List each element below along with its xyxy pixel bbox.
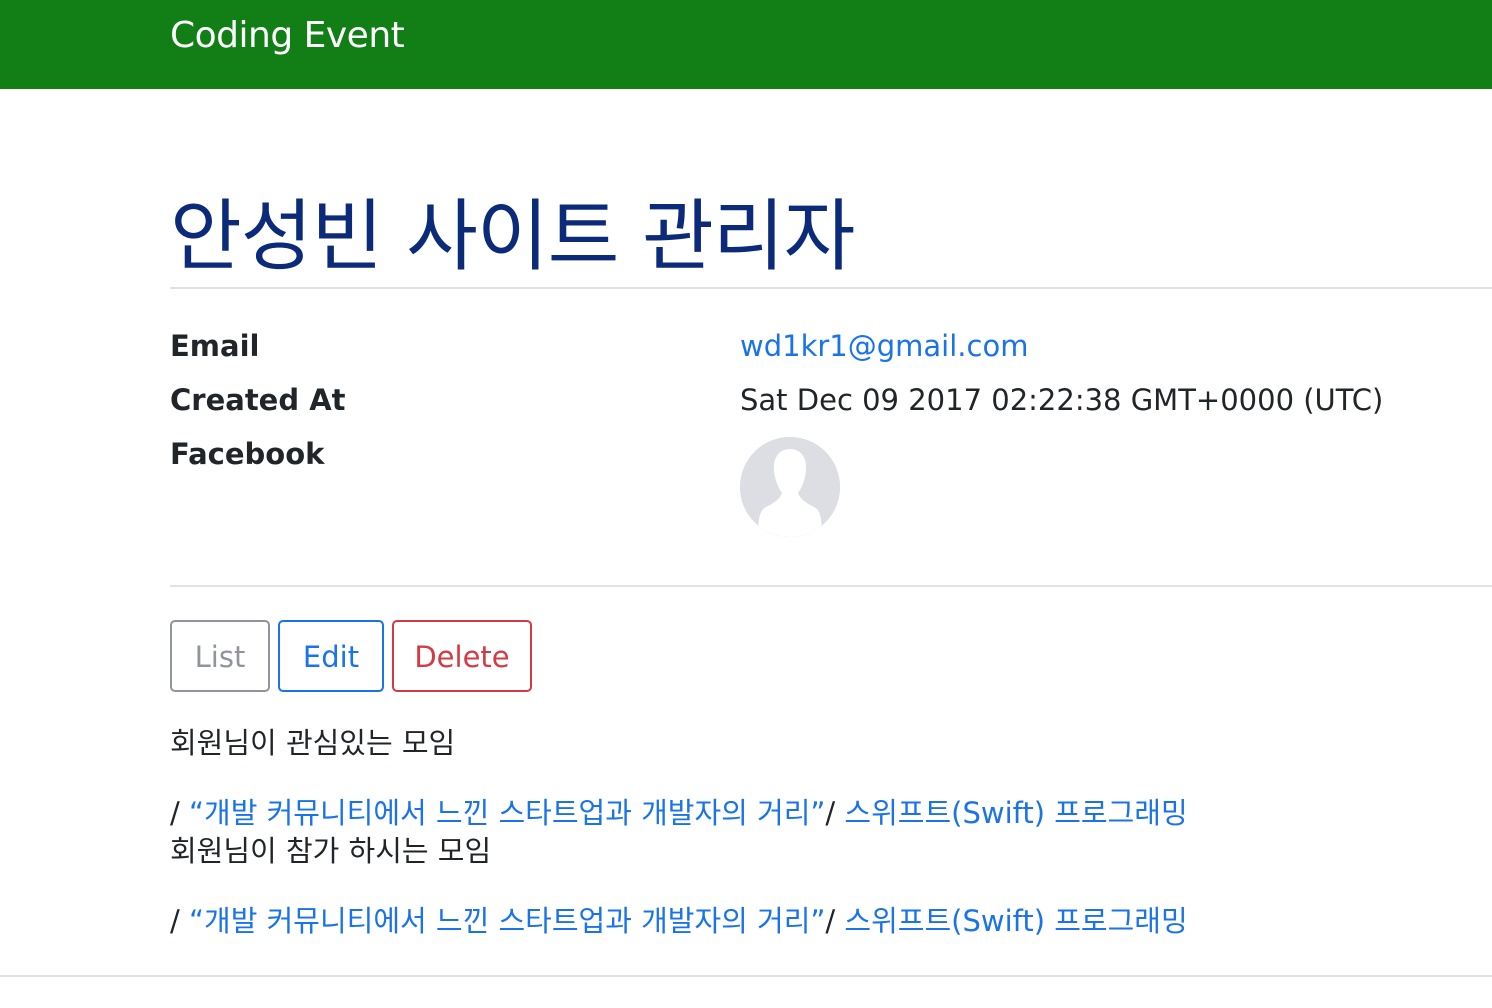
page-title: 안성빈 사이트 관리자 xyxy=(170,192,855,282)
interested-events-list: / “개발 커뮤니티에서 느낀 스타트업과 개발자의 거리”/ 스위프트(Swi… xyxy=(170,793,1188,833)
interested-event-link[interactable]: 스위프트(Swift) 프로그래밍 xyxy=(844,796,1187,830)
list-separator: / xyxy=(825,796,845,830)
attending-event-link[interactable]: 스위프트(Swift) 프로그래밍 xyxy=(844,904,1187,938)
default-user-avatar-icon xyxy=(740,437,840,537)
edit-button[interactable]: Edit xyxy=(278,620,384,692)
facebook-avatar xyxy=(740,437,840,537)
attending-event-link[interactable]: “개발 커뮤니티에서 느낀 스타트업과 개발자의 거리” xyxy=(189,904,825,938)
created-at-label: Created At xyxy=(170,383,346,417)
list-button[interactable]: List xyxy=(170,620,270,692)
section-divider xyxy=(170,585,1492,587)
created-at-value: Sat Dec 09 2017 02:22:38 GMT+0000 (UTC) xyxy=(740,383,1384,417)
attending-events-list: / “개발 커뮤니티에서 느낀 스타트업과 개발자의 거리”/ 스위프트(Swi… xyxy=(170,901,1188,941)
email-value-container: wd1kr1@gmail.com xyxy=(740,326,1028,366)
interested-event-link[interactable]: “개발 커뮤니티에서 느낀 스타트업과 개발자의 거리” xyxy=(189,796,825,830)
navbar-brand-link[interactable]: Coding Event xyxy=(170,13,405,59)
list-separator: / xyxy=(825,904,845,938)
attending-events-heading: 회원님이 참가 하시는 모임 xyxy=(170,834,492,868)
interested-events-heading: 회원님이 관심있는 모임 xyxy=(170,726,456,760)
delete-button[interactable]: Delete xyxy=(392,620,532,692)
facebook-label: Facebook xyxy=(170,437,325,471)
list-separator: / xyxy=(170,904,189,938)
email-link[interactable]: wd1kr1@gmail.com xyxy=(740,329,1028,363)
list-separator: / xyxy=(170,796,189,830)
title-divider xyxy=(170,287,1492,289)
top-navbar: Coding Event xyxy=(0,0,1492,89)
footer-divider xyxy=(0,975,1492,977)
email-label: Email xyxy=(170,329,260,363)
email-row: Email wd1kr1@gmail.com xyxy=(170,326,1492,366)
created-at-row: Created At Sat Dec 09 2017 02:22:38 GMT+… xyxy=(170,380,1492,420)
